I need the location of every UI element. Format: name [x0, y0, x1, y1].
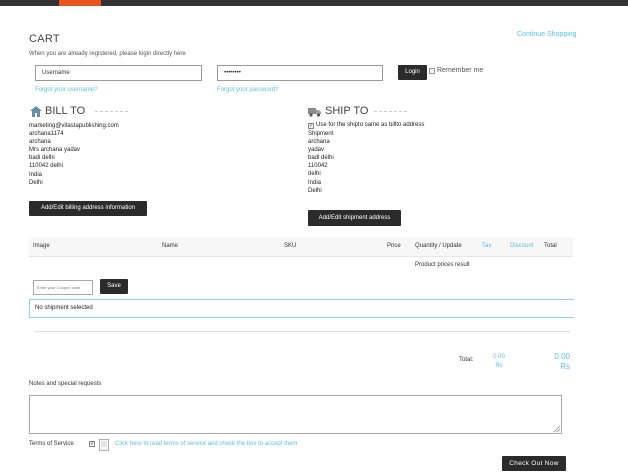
column-total: Total [544, 243, 557, 249]
password-field[interactable]: •••••••• [217, 65, 383, 81]
bill-line: archana [29, 139, 51, 146]
remember-me-label: Remember me [437, 67, 484, 74]
ship-line: yadav [308, 147, 325, 154]
ship-line: archana [308, 139, 330, 146]
bill-line: archana1174 [29, 131, 64, 138]
ship-line: badi delhi [308, 155, 334, 162]
column-sku: SKU [284, 243, 297, 249]
remember-me-checkbox[interactable] [429, 68, 435, 74]
username-field[interactable]: Username [35, 65, 202, 81]
top-bar-accent [59, 0, 101, 6]
bill-line: Delhi [29, 179, 43, 186]
tax-total-currency: Rs [495, 363, 503, 369]
edit-shipment-address-button[interactable]: Add/Edit shipment address [308, 210, 401, 226]
tax-total-value: 0.00 [493, 354, 505, 360]
ship-line: India [308, 179, 322, 186]
total-label: Total: [459, 357, 474, 363]
edit-billing-address-button[interactable]: Add/Edit billing address information [29, 201, 147, 216]
bill-line: badi delhi [29, 155, 55, 162]
column-quantity: Quantity / Update [415, 243, 462, 249]
truck-icon [308, 108, 321, 117]
coupon-input[interactable]: Enter your Coupon code [33, 280, 93, 295]
column-tax: Tax [482, 243, 492, 249]
login-button[interactable]: Login [398, 65, 427, 80]
grand-total: 0.00 Rs [545, 352, 570, 372]
notes-label: Notes and special requests [29, 381, 102, 387]
product-prices-note: Product prices result [415, 262, 470, 268]
forgot-password-link[interactable]: Forgot your password? [217, 87, 278, 93]
grand-total-currency: Rs [560, 362, 570, 371]
ship-to-divider [374, 111, 407, 112]
ship-line: Delhi [308, 187, 322, 194]
cart-table-header [29, 237, 573, 257]
section-divider [34, 331, 570, 332]
page-title: CART [29, 33, 60, 45]
column-name: Name [162, 243, 179, 249]
tos-checkbox[interactable]: ✓ [89, 441, 95, 447]
same-as-billto-label: Use for the shipto same as billto addres… [316, 122, 425, 128]
column-discount: Discount [510, 243, 534, 249]
bill-line: Mrs archana yadav [29, 147, 81, 154]
bill-to-address: marketing@vitastapublishing.com archana1… [29, 122, 119, 187]
shipment-status: No shipment selected [29, 299, 574, 318]
bill-to-title: BILL TO [45, 105, 86, 117]
same-as-billto-checkbox[interactable]: ✓ [308, 123, 314, 129]
continue-shopping-link[interactable]: Continue Shopping [517, 31, 577, 38]
forgot-username-link[interactable]: Forgot your username? [35, 87, 97, 93]
login-hint: When you are already registered, please … [29, 51, 186, 57]
ship-to-title: SHIP TO [325, 105, 369, 117]
bill-line: marketing@vitastapublishing.com [29, 123, 119, 129]
checkout-button[interactable]: Check Out Now [502, 456, 566, 471]
home-icon [30, 106, 42, 117]
tos-label: Terms of Service [29, 441, 74, 447]
bill-line: India [29, 171, 43, 178]
bill-to-divider [95, 111, 128, 112]
resize-handle-icon[interactable] [553, 425, 561, 433]
coupon-save-button[interactable]: Save [100, 279, 128, 294]
ship-line: Shipment [308, 131, 334, 137]
ship-line: 110042 [308, 163, 328, 170]
column-price: Price [387, 243, 401, 249]
bill-line: 110042 delhi [29, 163, 63, 170]
ship-to-address: Shipment archana yadav badi delhi 110042… [308, 130, 334, 195]
grand-total-value: 0.00 [554, 352, 570, 361]
column-image: Image [33, 243, 50, 249]
notes-textarea[interactable] [29, 395, 562, 434]
document-icon [99, 439, 109, 451]
tos-link[interactable]: Click here to read terms of service and … [115, 441, 299, 447]
ship-line: delhi [308, 171, 321, 178]
tax-total: 0.00 Rs [489, 353, 509, 371]
